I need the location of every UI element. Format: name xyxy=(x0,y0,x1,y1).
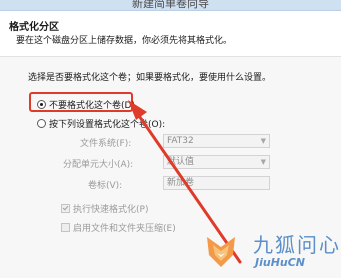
fox-logo-icon xyxy=(207,237,235,267)
watermark-subtext: JiuHuCN xyxy=(255,256,306,269)
format-partition-wizard: 新建简单卷向导 格式化分区 要在这个磁盘分区上储存数据，你必须先将其格式化。 选… xyxy=(0,0,341,278)
arrow-head xyxy=(128,100,147,120)
watermark-text: 九狐问心 xyxy=(253,233,341,257)
